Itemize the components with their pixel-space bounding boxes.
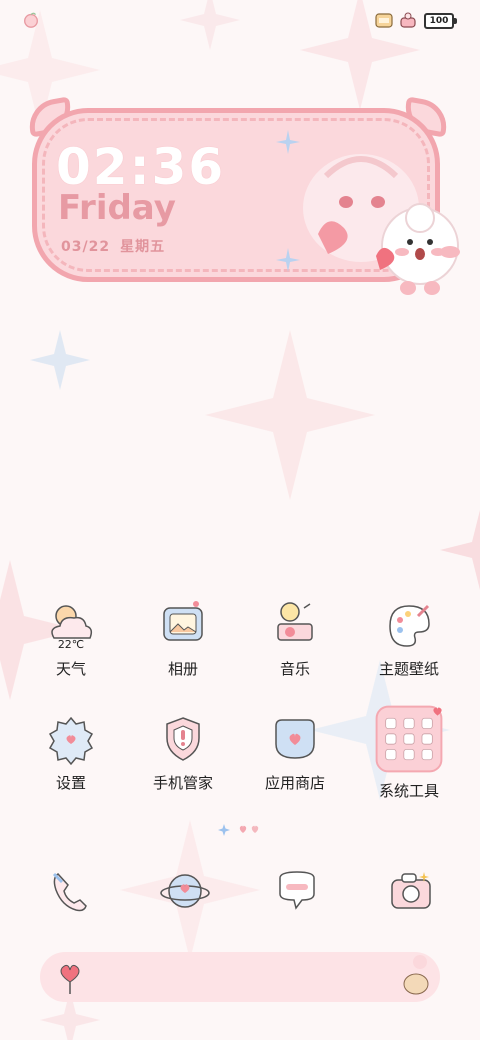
photo-frame-icon xyxy=(163,601,203,641)
battery-indicator: 100 xyxy=(424,13,457,29)
app-settings[interactable]: 设置 xyxy=(16,712,126,793)
gramophone-icon xyxy=(277,602,313,641)
app-weather[interactable]: 22℃ 天气 xyxy=(16,598,126,679)
page-dot xyxy=(239,825,247,833)
clock-day: Friday xyxy=(58,188,176,228)
app-label: 应用商店 xyxy=(264,774,325,792)
app-gallery[interactable]: 相册 xyxy=(128,598,238,679)
weekday-text: 星期五 xyxy=(120,239,166,255)
cake-icon xyxy=(400,12,416,28)
phone-icon[interactable] xyxy=(44,864,98,918)
gear-icon xyxy=(48,716,94,766)
app-store[interactable]: 应用商店 xyxy=(240,712,350,793)
planet-browser-icon[interactable] xyxy=(158,864,212,918)
tools-folder-icon xyxy=(375,705,443,773)
clock-widget[interactable]: 02:36 Friday 03/22 星期五 xyxy=(25,96,460,300)
app-music[interactable]: 音乐 xyxy=(240,598,350,679)
page-dot xyxy=(251,825,259,833)
sheep-decoration-icon xyxy=(403,955,429,995)
clock-date: 03/22 星期五 xyxy=(61,236,175,256)
app-label: 相册 xyxy=(167,660,198,678)
app-phone-manager[interactable]: 手机管家 xyxy=(128,712,238,793)
date-text: 03/22 xyxy=(61,239,111,255)
app-label: 系统工具 xyxy=(378,782,439,800)
status-bar: 100 xyxy=(0,0,480,44)
page-indicator[interactable] xyxy=(218,824,268,836)
heart-lollipop-icon xyxy=(60,964,80,994)
shield-icon xyxy=(166,717,200,761)
message-bubble-icon[interactable] xyxy=(270,864,324,918)
page-dot-current xyxy=(218,824,230,836)
app-label: 音乐 xyxy=(279,660,310,678)
app-label: 手机管家 xyxy=(152,774,213,792)
shopping-bag-icon xyxy=(275,719,315,759)
app-label: 天气 xyxy=(55,660,86,678)
weather-temperature: 22℃ xyxy=(57,638,85,651)
search-bar[interactable] xyxy=(40,952,440,1002)
app-system-tools[interactable]: 系统工具 xyxy=(354,705,464,801)
camera-icon[interactable] xyxy=(384,864,438,918)
lamb-sticker-icon xyxy=(376,203,460,295)
app-label: 主题壁纸 xyxy=(378,660,439,678)
palette-icon xyxy=(389,604,430,647)
peach-icon xyxy=(24,12,38,28)
app-label: 设置 xyxy=(55,774,86,792)
app-themes[interactable]: 主题壁纸 xyxy=(354,598,464,679)
cookie-jar-icon xyxy=(375,13,393,28)
